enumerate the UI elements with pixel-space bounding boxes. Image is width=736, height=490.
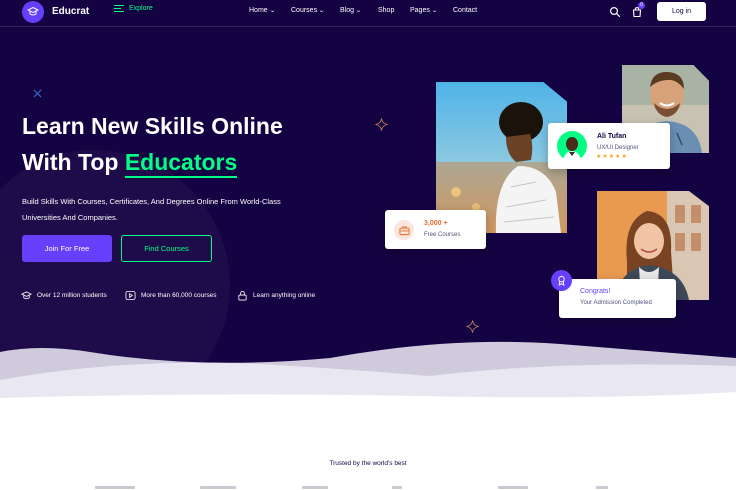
feature-label: Learn anything online [253,292,316,299]
hero-wave-divider [0,341,736,410]
explore-menu-button[interactable]: Explore [114,5,153,13]
sparkle-decoration-icon [375,118,388,131]
briefcase-glyph [398,225,410,235]
avatar [557,131,587,161]
join-for-free-button[interactable]: Join For Free [22,235,112,262]
brand-name[interactable]: Educrat [52,6,89,17]
award-glyph [558,275,565,286]
feature-label: More than 60,000 courses [141,292,217,299]
courses-count: 3,000 + [424,220,448,227]
graduation-cap-icon [21,291,32,300]
explore-label: Explore [129,5,153,13]
nav-item-blog[interactable]: Blog ⌄ [340,7,362,14]
trusted-by-label: Trusted by the world's best [329,460,407,467]
feature-courses: More than 60,000 courses [125,290,217,301]
briefcase-icon [394,220,414,240]
admission-card[interactable]: Congrats! Your Admission Completed [559,279,676,318]
nav-label: Home [249,7,268,14]
nav-label: Shop [378,7,395,14]
instructor-card[interactable]: Ali Tufan UX/UI Designer ★★★★★ [548,123,670,169]
logo-icon[interactable] [22,1,44,23]
partner-logo [498,486,528,489]
courses-label: Free Courses [424,232,461,238]
site-header: Educrat Explore Home ⌄ Courses ⌄ Blog ⌄ … [0,0,736,27]
nav-label: Contact [453,7,478,14]
chevron-down-icon: ⌄ [431,8,438,14]
find-courses-button[interactable]: Find Courses [121,235,212,262]
nav-item-home[interactable]: Home ⌄ [249,7,275,14]
feature-students: Over 12 million students [21,290,107,301]
play-video-icon [125,290,136,301]
rating-stars-icon: ★★★★★ [596,154,628,160]
hero-headline-line1: Learn New Skills Online [22,113,283,139]
nav-label: Blog [340,7,355,14]
nav-item-courses[interactable]: Courses ⌄ [291,7,325,14]
headline-prefix: With Top [22,149,119,175]
graduation-cap-logo-icon [27,6,39,16]
lock-icon [238,290,247,301]
partner-logo [596,486,608,489]
instructor-name: Ali Tufan [597,133,627,140]
login-button[interactable]: Log in [657,2,706,21]
cross-decoration-icon [33,89,42,98]
partner-logo [392,486,402,489]
badge-icon [551,270,572,291]
hero-subtext: Build Skills With Courses, Certificates,… [22,197,281,222]
nav-item-shop[interactable]: Shop [378,7,394,14]
partner-logo [95,486,135,489]
instructor-role: UX/UI Designer [597,145,639,151]
nav-item-contact[interactable]: Contact [453,7,477,14]
nav-label: Courses [291,7,318,14]
menu-icon [114,5,124,13]
feature-label: Over 12 million students [37,292,107,299]
admission-label: Your Admission Completed [580,300,652,306]
partner-logo [302,486,328,489]
partner-logo [200,486,236,489]
cart-count-badge: 0 [638,2,645,9]
headline-accent: Educators [124,149,238,178]
nav-label: Pages [410,7,430,14]
hero-headline-line2: With Top Educators [22,149,238,178]
feature-learn: Learn anything online [237,290,315,301]
chevron-down-icon: ⌄ [318,8,325,14]
chevron-down-icon: ⌄ [269,8,276,14]
nav-item-pages[interactable]: Pages ⌄ [410,7,437,14]
search-icon[interactable] [609,6,621,18]
chevron-down-icon: ⌄ [355,8,362,14]
free-courses-card[interactable]: 3,000 + Free Courses [385,210,486,249]
admission-title: Congrats! [580,288,611,295]
